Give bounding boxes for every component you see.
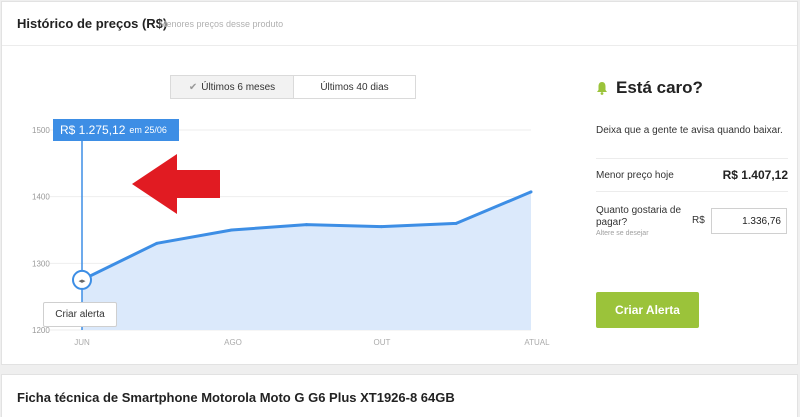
y-tick-label: 1500	[32, 126, 50, 135]
panel-title-text: Está caro?	[616, 78, 703, 97]
data-point	[155, 241, 159, 245]
lowest-price-value: R$ 1.407,12	[722, 168, 788, 182]
x-tick-label: AGO	[224, 338, 242, 347]
spec-card: Ficha técnica de Smartphone Motorola Mot…	[1, 374, 798, 417]
x-tick-label: OUT	[374, 338, 391, 347]
spec-title: Ficha técnica de Smartphone Motorola Mot…	[17, 390, 455, 405]
y-tick-label: 1200	[32, 326, 50, 335]
data-point	[230, 228, 234, 232]
y-tick-label: 1300	[32, 259, 50, 268]
lowest-price-row: Menor preço hoje R$ 1.407,12	[596, 158, 788, 192]
alert-panel: Está caro? Deixa que a gente te avisa qu…	[596, 2, 792, 366]
x-tick-label: JUN	[74, 338, 90, 347]
y-tick-label: 1400	[32, 193, 50, 202]
bell-icon	[597, 82, 607, 95]
create-alert-small-button[interactable]: Criar alerta	[43, 302, 117, 327]
price-tooltip: R$ 1.275,12 em 25/06	[53, 119, 179, 141]
panel-description: Deixa que a gente te avisa quando baixar…	[596, 125, 783, 136]
lowest-price-label: Menor preço hoje	[596, 169, 674, 181]
red-arrow-icon	[132, 154, 220, 214]
price-history-card: Histórico de preços (R$) Menores preços …	[1, 1, 798, 365]
data-point	[305, 223, 308, 227]
panel-title: Está caro?	[596, 78, 703, 98]
x-tick-label: ATUAL	[524, 338, 550, 347]
desired-price-label: Quanto gostaria de pagar?	[596, 205, 682, 228]
tooltip-price: R$ 1.275,12	[60, 123, 126, 137]
area-fill	[82, 191, 531, 330]
desired-price-hint: Altere se desejar	[596, 230, 649, 237]
desired-price-input[interactable]	[711, 208, 787, 234]
tooltip-date: em 25/06	[129, 125, 167, 135]
data-point	[454, 221, 458, 225]
create-alert-button[interactable]: Criar Alerta	[596, 292, 699, 328]
data-point	[529, 190, 533, 194]
data-point	[379, 225, 383, 229]
currency-label: R$	[692, 215, 705, 226]
cursor-handle-icon: ◂▸	[78, 278, 86, 285]
